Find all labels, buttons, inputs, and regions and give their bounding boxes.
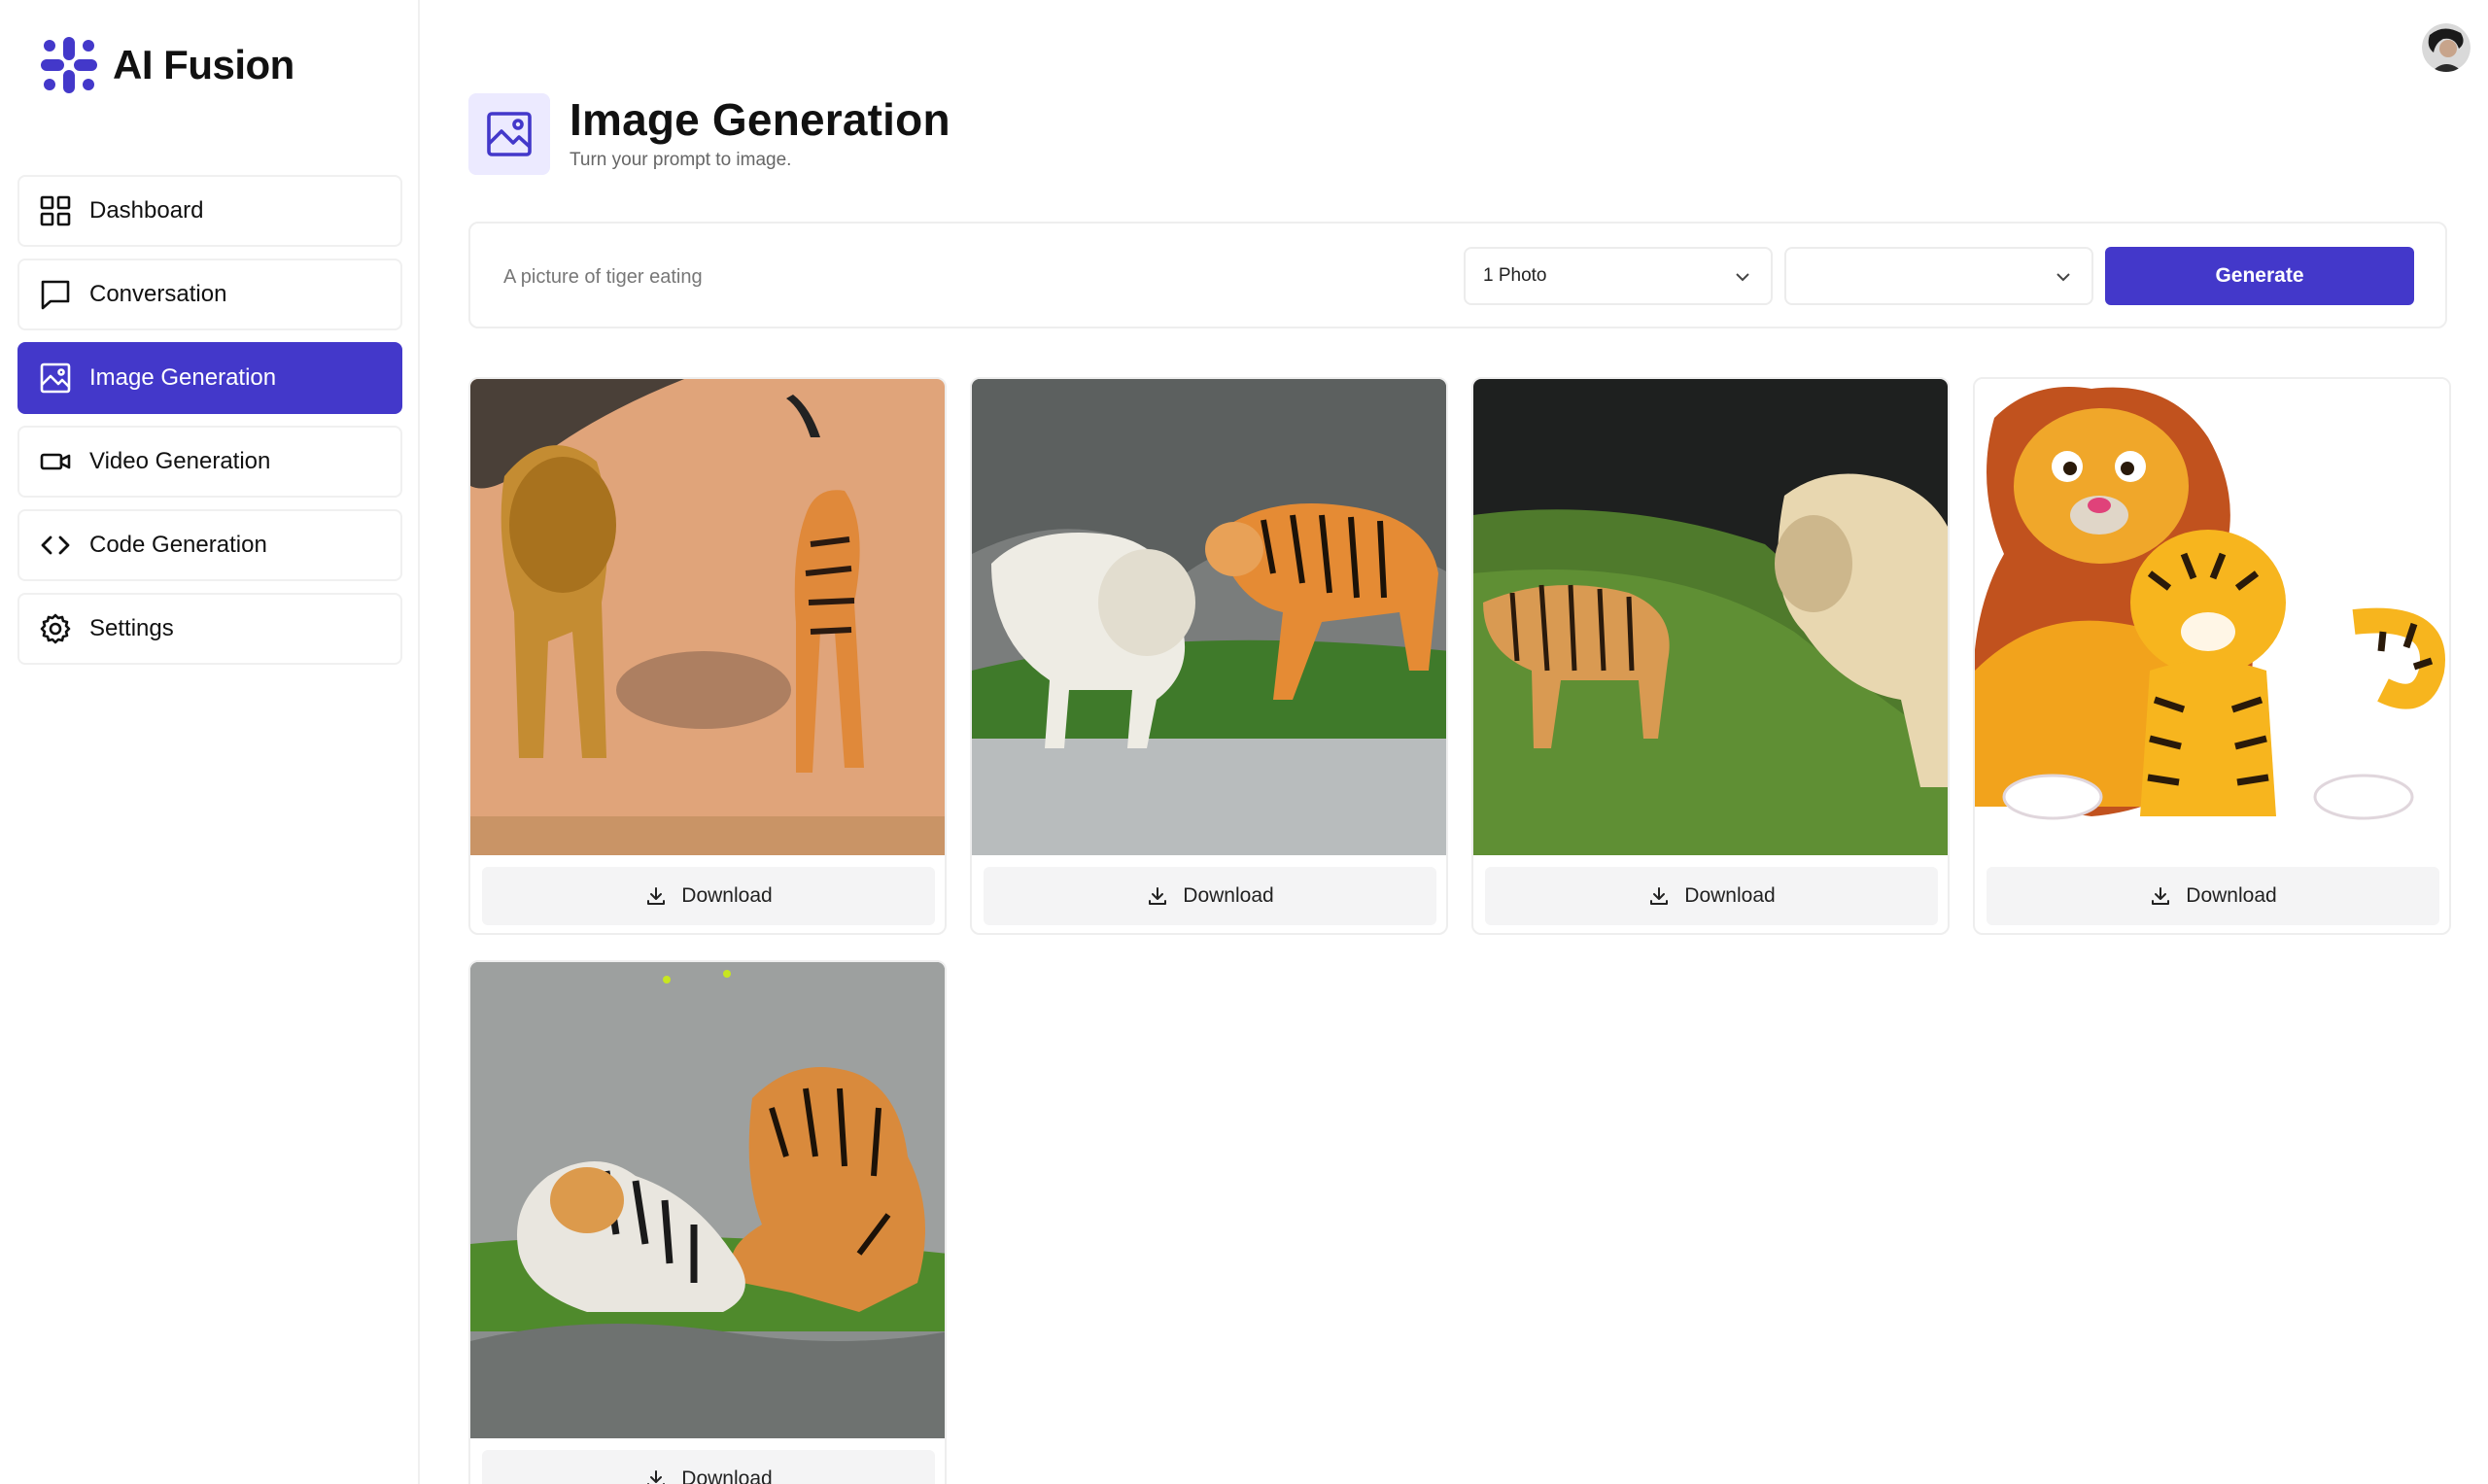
amount-select[interactable]: 1 Photo xyxy=(1464,247,1773,305)
image-icon xyxy=(40,362,71,394)
video-icon xyxy=(40,453,71,470)
sidebar-item-label: Video Generation xyxy=(89,448,271,474)
sidebar-item-settings[interactable]: Settings xyxy=(17,593,402,665)
download-label: Download xyxy=(2186,884,2277,907)
generated-image[interactable] xyxy=(470,962,945,1438)
download-icon xyxy=(2152,887,2170,905)
image-card: Download xyxy=(1973,377,2451,935)
sidebar-nav: Dashboard Conversation Image Generation … xyxy=(17,175,402,676)
image-icon xyxy=(487,112,532,156)
sidebar-item-label: Image Generation xyxy=(89,364,277,391)
download-icon xyxy=(647,887,666,905)
logo-icon xyxy=(41,37,97,93)
image-card: Download xyxy=(468,377,947,935)
page-subtitle: Turn your prompt to image. xyxy=(570,150,792,170)
sidebar-item-code-generation[interactable]: Code Generation xyxy=(17,509,402,581)
download-label: Download xyxy=(681,1467,773,1484)
sidebar-item-dashboard[interactable]: Dashboard xyxy=(17,175,402,247)
gear-icon xyxy=(40,613,71,644)
download-icon xyxy=(1650,887,1669,905)
resolution-select[interactable] xyxy=(1784,247,2093,305)
download-button[interactable]: Download xyxy=(984,867,1436,925)
code-icon xyxy=(41,535,70,555)
sidebar-item-video-generation[interactable]: Video Generation xyxy=(17,426,402,498)
prompt-input[interactable] xyxy=(503,253,1572,301)
generated-image[interactable] xyxy=(1975,379,2449,855)
download-label: Download xyxy=(1183,884,1274,907)
generated-image[interactable] xyxy=(1473,379,1948,855)
app-logo[interactable]: AI Fusion xyxy=(39,33,294,97)
sidebar-item-label: Dashboard xyxy=(89,197,204,224)
image-card: Download xyxy=(970,377,1448,935)
image-card: Download xyxy=(468,960,947,1484)
sidebar-item-label: Settings xyxy=(89,615,174,641)
sidebar-item-label: Code Generation xyxy=(89,532,267,558)
prompt-form: 1 Photo Generate xyxy=(468,222,2447,328)
generated-image[interactable] xyxy=(972,379,1446,855)
chat-icon xyxy=(41,280,70,310)
page-title: Image Generation xyxy=(570,94,950,145)
amount-select-value: 1 Photo xyxy=(1483,265,1547,286)
download-icon xyxy=(647,1470,666,1484)
download-label: Download xyxy=(681,884,773,907)
chevron-down-icon xyxy=(2056,273,2070,282)
download-label: Download xyxy=(1684,884,1776,907)
download-icon xyxy=(1149,887,1167,905)
download-button[interactable]: Download xyxy=(1485,867,1938,925)
sidebar: AI Fusion Dashboard Conversation Image G… xyxy=(0,0,420,1484)
sidebar-item-image-generation[interactable]: Image Generation xyxy=(17,342,402,414)
generated-image[interactable] xyxy=(470,379,945,855)
page-icon xyxy=(468,93,550,175)
download-button[interactable]: Download xyxy=(1987,867,2439,925)
app-name: AI Fusion xyxy=(113,42,294,87)
sidebar-item-label: Conversation xyxy=(89,281,227,307)
generate-button[interactable]: Generate xyxy=(2105,247,2414,305)
image-card: Download xyxy=(1471,377,1950,935)
grid-icon xyxy=(40,195,71,226)
user-avatar[interactable] xyxy=(2422,23,2471,72)
chevron-down-icon xyxy=(1736,273,1749,282)
sidebar-item-conversation[interactable]: Conversation xyxy=(17,259,402,330)
download-button[interactable]: Download xyxy=(482,1450,935,1484)
download-button[interactable]: Download xyxy=(482,867,935,925)
